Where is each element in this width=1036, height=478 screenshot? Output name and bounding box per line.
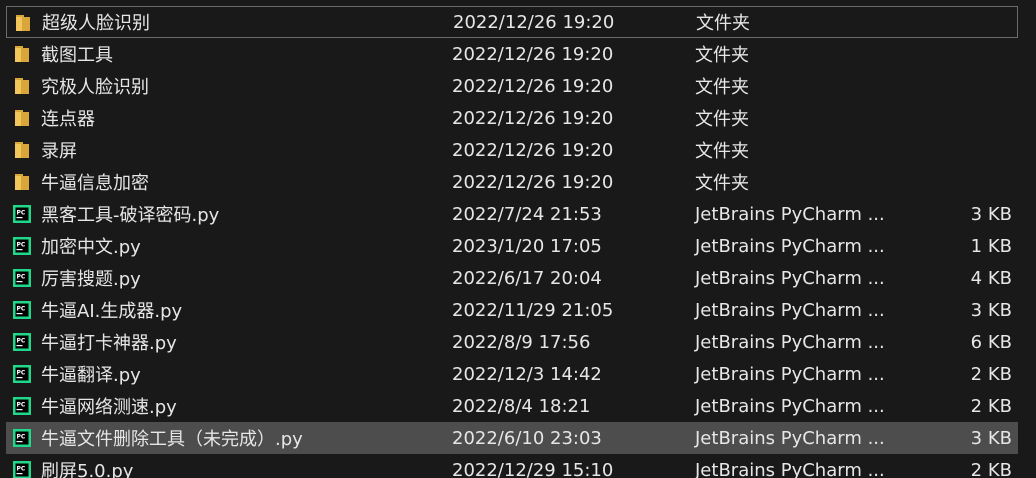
folder-icon xyxy=(16,15,30,31)
file-name: 牛逼信息加密 xyxy=(41,173,149,194)
svg-text:PC: PC xyxy=(17,370,26,377)
file-type: 文件夹 xyxy=(695,141,749,162)
svg-text:PC: PC xyxy=(17,274,26,281)
list-item-file[interactable]: PC 牛逼文件删除工具（未完成）.py 2022/6/10 23:03 JetB… xyxy=(6,422,1018,454)
list-item-file[interactable]: PC 牛逼AI.生成器.py 2022/11/29 21:05 JetBrain… xyxy=(6,294,1018,326)
file-name: 牛逼AI.生成器.py xyxy=(41,301,183,322)
list-item-file[interactable]: PC 牛逼打卡神器.py 2022/8/9 17:56 JetBrains Py… xyxy=(6,326,1018,358)
file-type: JetBrains PyCharm ... xyxy=(695,299,885,321)
file-size: 2 KB xyxy=(970,395,1012,417)
file-type: JetBrains PyCharm ... xyxy=(695,267,885,289)
file-type: 文件夹 xyxy=(696,13,750,34)
file-type: 文件夹 xyxy=(695,77,749,98)
pycharm-file-icon: PC xyxy=(13,269,31,287)
file-name: 牛逼翻译.py xyxy=(41,365,141,386)
file-type: JetBrains PyCharm ... xyxy=(695,395,885,417)
file-date: 2022/11/29 21:05 xyxy=(452,299,614,321)
file-size: 6 KB xyxy=(970,331,1012,353)
svg-text:PC: PC xyxy=(17,466,26,473)
folder-icon xyxy=(15,78,29,94)
file-date: 2022/12/26 19:20 xyxy=(452,171,614,193)
file-size: 1 KB xyxy=(970,235,1012,257)
file-name: 牛逼打卡神器.py xyxy=(41,333,177,354)
file-date: 2022/6/10 23:03 xyxy=(452,427,602,449)
pycharm-file-icon: PC xyxy=(13,365,31,383)
pycharm-file-icon: PC xyxy=(13,461,31,478)
file-type: 文件夹 xyxy=(695,173,749,194)
file-date: 2022/12/29 15:10 xyxy=(452,459,614,478)
file-date: 2022/6/17 20:04 xyxy=(452,267,602,289)
file-size: 2 KB xyxy=(970,459,1012,478)
file-date: 2022/12/26 19:20 xyxy=(453,11,615,33)
file-name: 厉害搜题.py xyxy=(41,269,141,290)
folder-icon xyxy=(15,110,29,126)
file-date: 2022/12/26 19:20 xyxy=(452,139,614,161)
file-type: JetBrains PyCharm ... xyxy=(695,235,885,257)
file-name: 牛逼文件删除工具（未完成）.py xyxy=(41,429,303,450)
svg-text:PC: PC xyxy=(17,306,26,313)
list-item-file[interactable]: PC 刷屏5.0.py 2022/12/29 15:10 JetBrains P… xyxy=(6,454,1018,478)
file-type: JetBrains PyCharm ... xyxy=(695,427,885,449)
list-item-file[interactable]: PC 加密中文.py 2023/1/20 17:05 JetBrains PyC… xyxy=(6,230,1018,262)
file-name: 牛逼网络测速.py xyxy=(41,397,177,418)
file-date: 2022/12/26 19:20 xyxy=(452,43,614,65)
list-item-file[interactable]: PC 牛逼翻译.py 2022/12/3 14:42 JetBrains PyC… xyxy=(6,358,1018,390)
list-item-file[interactable]: PC 厉害搜题.py 2022/6/17 20:04 JetBrains PyC… xyxy=(6,262,1018,294)
file-name: 截图工具 xyxy=(41,45,113,66)
file-name: 超级人脸识别 xyxy=(42,13,150,34)
list-item-folder[interactable]: 牛逼信息加密 2022/12/26 19:20 文件夹 xyxy=(6,166,1018,198)
svg-text:PC: PC xyxy=(17,402,26,409)
file-type: 文件夹 xyxy=(695,45,749,66)
file-type: JetBrains PyCharm ... xyxy=(695,203,885,225)
file-date: 2022/7/24 21:53 xyxy=(452,203,602,225)
pycharm-file-icon: PC xyxy=(13,333,31,351)
pycharm-file-icon: PC xyxy=(13,397,31,415)
svg-text:PC: PC xyxy=(17,338,26,345)
file-size: 3 KB xyxy=(970,299,1012,321)
list-item-folder[interactable]: 截图工具 2022/12/26 19:20 文件夹 xyxy=(6,38,1018,70)
svg-text:PC: PC xyxy=(17,434,26,441)
file-date: 2022/8/9 17:56 xyxy=(452,331,591,353)
svg-text:PC: PC xyxy=(17,242,26,249)
file-name: 黑客工具-破译密码.py xyxy=(41,205,220,226)
file-name: 连点器 xyxy=(41,109,95,130)
folder-icon xyxy=(15,46,29,62)
file-list: 超级人脸识别 2022/12/26 19:20 文件夹 截图工具 2022/12… xyxy=(0,0,1036,478)
file-date: 2022/12/26 19:20 xyxy=(452,107,614,129)
pycharm-file-icon: PC xyxy=(13,301,31,319)
pycharm-file-icon: PC xyxy=(13,237,31,255)
file-name: 究极人脸识别 xyxy=(41,77,149,98)
list-item-folder[interactable]: 连点器 2022/12/26 19:20 文件夹 xyxy=(6,102,1018,134)
pycharm-file-icon: PC xyxy=(13,429,31,447)
file-date: 2022/12/3 14:42 xyxy=(452,363,602,385)
list-item-file[interactable]: PC 牛逼网络测速.py 2022/8/4 18:21 JetBrains Py… xyxy=(6,390,1018,422)
folder-icon xyxy=(15,174,29,190)
folder-icon xyxy=(15,142,29,158)
file-name: 加密中文.py xyxy=(41,237,141,258)
file-size: 2 KB xyxy=(970,363,1012,385)
file-name: 录屏 xyxy=(41,141,77,162)
svg-text:PC: PC xyxy=(17,210,26,217)
file-type: JetBrains PyCharm ... xyxy=(695,331,885,353)
file-size: 3 KB xyxy=(970,427,1012,449)
file-date: 2022/8/4 18:21 xyxy=(452,395,591,417)
file-name: 刷屏5.0.py xyxy=(41,461,134,478)
list-item-file[interactable]: PC 黑客工具-破译密码.py 2022/7/24 21:53 JetBrain… xyxy=(6,198,1018,230)
file-size: 4 KB xyxy=(970,267,1012,289)
file-type: 文件夹 xyxy=(695,109,749,130)
file-size: 3 KB xyxy=(970,203,1012,225)
list-item-folder[interactable]: 录屏 2022/12/26 19:20 文件夹 xyxy=(6,134,1018,166)
file-type: JetBrains PyCharm ... xyxy=(695,459,885,478)
list-item-folder[interactable]: 超级人脸识别 2022/12/26 19:20 文件夹 xyxy=(6,6,1018,38)
file-type: JetBrains PyCharm ... xyxy=(695,363,885,385)
list-item-folder[interactable]: 究极人脸识别 2022/12/26 19:20 文件夹 xyxy=(6,70,1018,102)
file-date: 2022/12/26 19:20 xyxy=(452,75,614,97)
pycharm-file-icon: PC xyxy=(13,205,31,223)
file-date: 2023/1/20 17:05 xyxy=(452,235,602,257)
